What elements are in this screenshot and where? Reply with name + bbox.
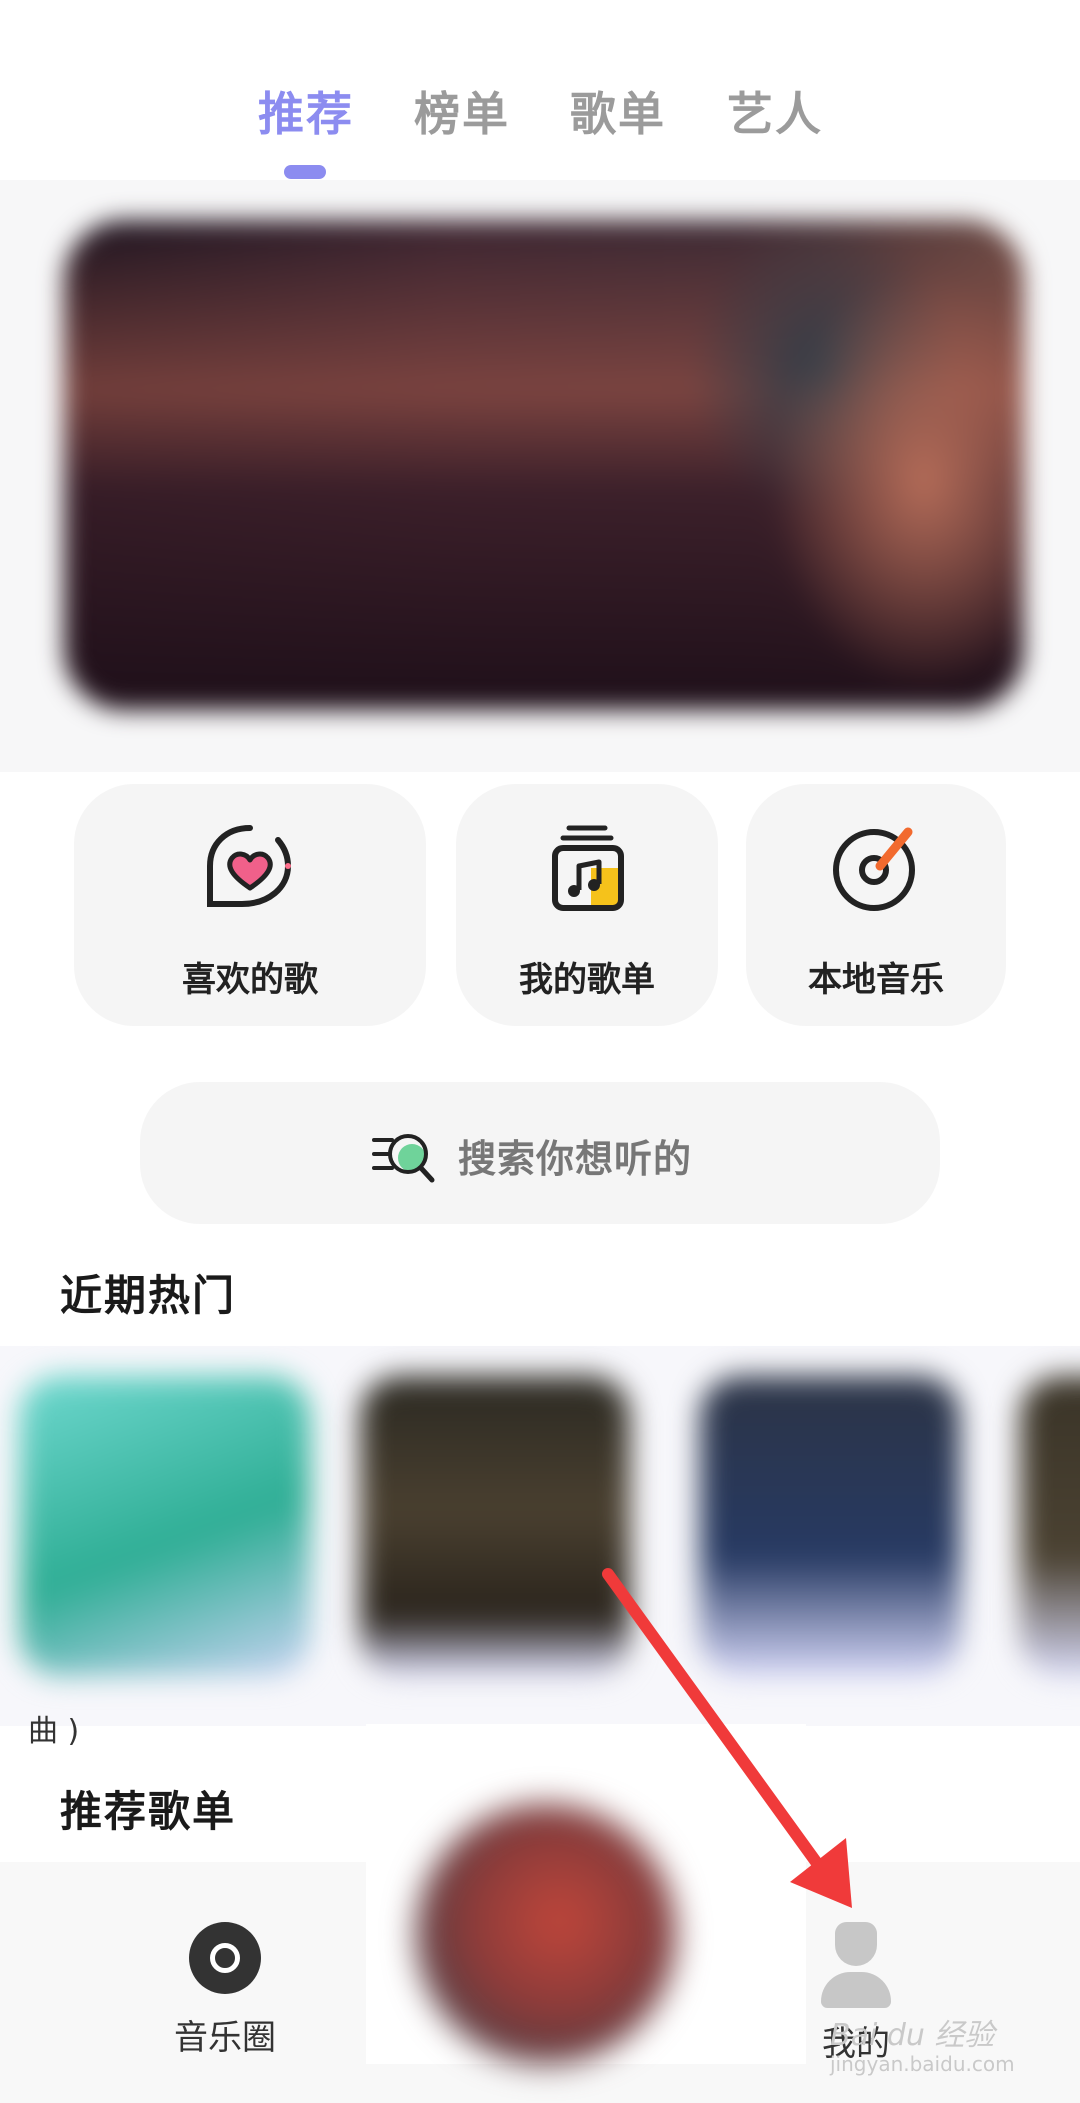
hot-cover-1[interactable] (20, 1376, 310, 1676)
watermark-logo: Bai du 经验 (830, 2018, 995, 2053)
search-bar[interactable]: 搜索你想听的 (140, 1082, 940, 1224)
circle-icon (189, 1922, 261, 1994)
tab-playlists[interactable]: 歌单 (570, 78, 666, 144)
search-list-icon (372, 1134, 435, 1183)
favorite-songs-card[interactable]: 喜欢的歌 (74, 784, 426, 1026)
hot-cover-4[interactable] (1020, 1376, 1080, 1676)
favorite-songs-label: 喜欢的歌 (182, 960, 318, 1000)
hot-row (0, 1346, 1080, 1726)
tab-charts[interactable]: 榜单 (414, 78, 510, 144)
hot-cover-3[interactable] (700, 1376, 960, 1676)
section-title-hot: 近期热门 (60, 1271, 237, 1320)
hot-cover-2[interactable] (360, 1376, 630, 1676)
heart-chat-icon (207, 825, 292, 907)
section-title-recommended: 推荐歌单 (60, 1787, 237, 1836)
hot-caption-fragment: 曲 ) (28, 1714, 80, 1749)
my-playlists-card[interactable]: 我的歌单 (456, 784, 718, 1026)
vinyl-disc-icon (833, 827, 915, 911)
my-playlists-label: 我的歌单 (519, 960, 655, 1000)
now-playing-disc[interactable] (366, 1724, 806, 2064)
music-note-jar-icon (552, 825, 624, 911)
tab-artists[interactable]: 艺人 (727, 78, 823, 144)
now-playing-cover (416, 1804, 676, 2064)
user-avatar-icon (821, 1922, 891, 2012)
nav-music-circle-label: 音乐圈 (174, 2018, 276, 2058)
search-placeholder: 搜索你想听的 (458, 1137, 693, 1181)
tab-recommend[interactable]: 推荐 (258, 78, 354, 144)
tab-active-indicator (284, 165, 326, 179)
watermark-url: jingyan.baidu.com (830, 2052, 1015, 2076)
local-music-card[interactable]: 本地音乐 (746, 784, 1006, 1026)
local-music-label: 本地音乐 (808, 960, 944, 1000)
top-tabs: 推荐 榜单 歌单 艺人 (0, 70, 1080, 190)
nav-music-circle[interactable]: 音乐圈 (168, 1922, 282, 2059)
banner-image[interactable] (64, 220, 1024, 710)
